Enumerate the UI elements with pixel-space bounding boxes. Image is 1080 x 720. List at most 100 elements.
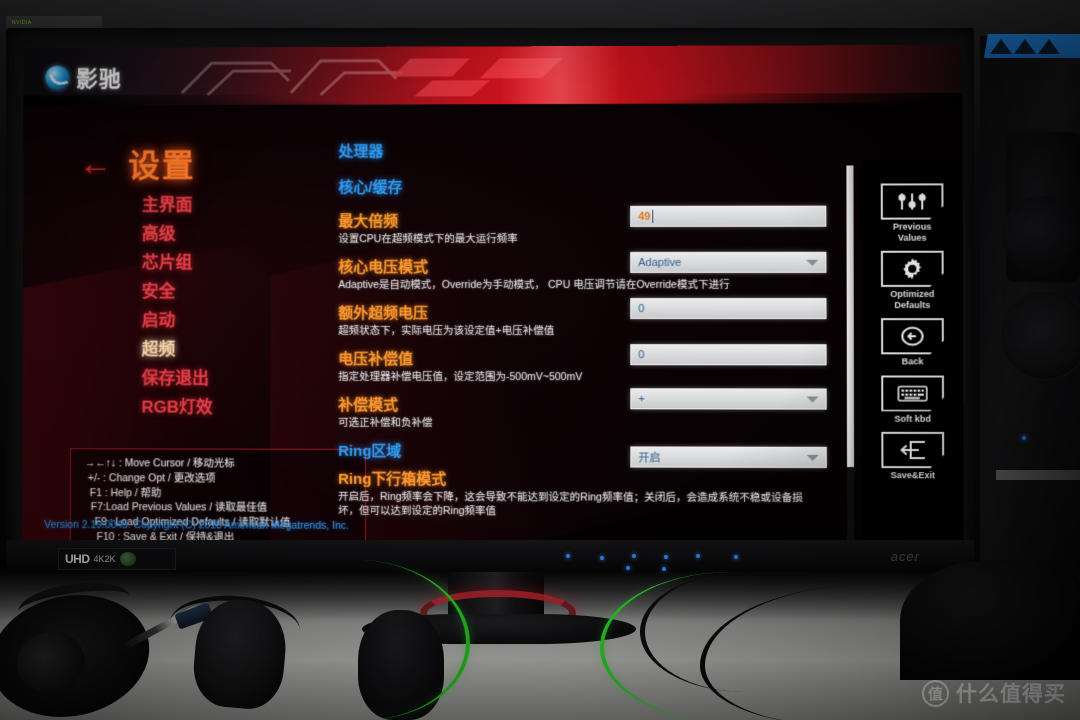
setting-desc-core-voltage-mode: Adaptive是自动模式，Override为手动模式， CPU 电压调节请在O… xyxy=(338,278,730,292)
monitor-frame: XB280HK xyxy=(6,28,974,568)
pc-case-fan xyxy=(1000,290,1080,380)
banner-glow xyxy=(500,45,621,105)
sidebar-item-advanced[interactable]: 高级 xyxy=(23,219,320,248)
soft-keyboard-label: Soft kbd xyxy=(894,413,931,424)
sidebar-item-security[interactable]: 安全 xyxy=(23,277,320,306)
optimized-defaults-label: Optimized Defaults xyxy=(890,288,935,310)
galax-orb-icon xyxy=(45,65,70,90)
core-voltage-mode-dropdown[interactable]: Adaptive xyxy=(630,251,827,273)
setting-label-ring-downbin: Ring下行箱模式 xyxy=(338,470,447,489)
uhd-sticker-main: UHD xyxy=(65,552,90,566)
settings-panel: 处理器 核心/缓存 最大倍频 设置CPU在超频模式下的最大运行频率 49 核心电… xyxy=(338,139,840,541)
panel-scrollbar[interactable] xyxy=(846,165,855,549)
sliders-icon xyxy=(881,183,944,219)
uhd-sticker: UHD 4K2K xyxy=(58,548,176,570)
max-ratio-value: 49 xyxy=(638,210,651,223)
previous-values-label: Previous Values xyxy=(892,221,932,243)
setting-desc-max-ratio: 设置CPU在超频模式下的最大运行频率 xyxy=(338,233,518,246)
back-arrow-icon[interactable]: ← xyxy=(79,145,113,183)
key-help-line: F1 : Help / 帮助 xyxy=(89,486,162,499)
pc-case-strip xyxy=(996,470,1080,480)
setting-row-voltage-offset: 电压补偿值 指定处理器补偿电压值，设定范围为-500mV~500mV 0 xyxy=(338,139,840,383)
settings-header: ← 设置 xyxy=(79,141,196,187)
back-circle-arrow-icon xyxy=(881,318,944,354)
back-button[interactable]: Back xyxy=(876,318,949,367)
offset-mode-value: + xyxy=(638,392,645,405)
ring-downbin-value: 开启 xyxy=(638,451,661,465)
acer-logo: acer xyxy=(890,549,920,564)
key-help-line: →←↑↓ : Move Cursor / 移动光标 xyxy=(84,457,235,470)
setting-desc-ring-downbin: 开启后，Ring频率会下降，这会导致不能达到设定的Ring频率值；关闭后，会造成… xyxy=(338,490,803,518)
keyboard-icon xyxy=(881,375,944,411)
setting-row-offset-mode: 补偿模式 可选正补偿和负补偿 + xyxy=(338,139,840,429)
subsection-title-core-cache: 核心/缓存 xyxy=(338,179,403,197)
voltage-offset-value: 0 xyxy=(638,348,645,361)
max-ratio-input[interactable]: 49 xyxy=(630,205,827,227)
monitor-bottom-bezel: UHD 4K2K acer xyxy=(6,540,974,572)
sidebar-item-rgb[interactable]: RGB灯效 xyxy=(23,392,321,421)
optimized-defaults-button[interactable]: Optimized Defaults xyxy=(876,251,949,310)
chevron-down-icon xyxy=(806,454,819,461)
setting-label-extra-oc-voltage: 额外超频电压 xyxy=(338,304,429,322)
chevron-down-icon xyxy=(806,259,819,266)
offset-mode-dropdown[interactable]: + xyxy=(630,388,827,410)
photo-scene: NVIDIA G-SYNC XB280HK xyxy=(0,0,1080,720)
extra-oc-voltage-value: 0 xyxy=(638,302,645,315)
save-exit-label: Save&Exit xyxy=(890,470,936,481)
uhd-sticker-seal-icon xyxy=(119,552,136,566)
bios-header-banner: 影驰 xyxy=(23,44,963,106)
pc-case-top-accent xyxy=(984,34,1080,58)
key-help-line: F7:Load Previous Values / 读取最佳值 xyxy=(90,501,268,515)
setting-label-voltage-offset: 电压补偿值 xyxy=(338,350,414,368)
sidebar-menu: 主界面 高级 芯片组 安全 启动 超频 保存退出 RGB灯效 xyxy=(23,190,321,421)
exit-arrow-icon xyxy=(881,432,944,468)
section-title-ring: Ring区域 xyxy=(338,442,402,460)
bios-action-iconbar: Previous Values Optimized Defaults Back … xyxy=(861,161,964,549)
pc-case-speaker xyxy=(1002,196,1080,274)
desk-object-right xyxy=(900,560,1080,680)
bios-version-text: Version 2.19.0045. Copyright (C) 2018 Am… xyxy=(44,518,350,532)
ring-downbin-dropdown[interactable]: 开启 xyxy=(630,446,827,468)
brand-name: 影驰 xyxy=(76,66,122,92)
sidebar-item-main[interactable]: 主界面 xyxy=(23,190,320,219)
sidebar-item-boot[interactable]: 启动 xyxy=(23,306,320,335)
scrollbar-thumb[interactable] xyxy=(846,165,855,468)
gear-icon xyxy=(881,251,944,287)
setting-label-max-ratio: 最大倍频 xyxy=(338,213,399,231)
setting-label-offset-mode: 补偿模式 xyxy=(338,396,399,414)
soft-keyboard-button[interactable]: Soft kbd xyxy=(876,375,949,424)
smzdm-watermark: 值 什么值得买 xyxy=(922,678,1066,708)
save-exit-button[interactable]: Save&Exit xyxy=(876,432,949,481)
setting-desc-offset-mode: 可选正补偿和负补偿 xyxy=(338,416,433,430)
text-caret xyxy=(652,209,654,223)
smzdm-watermark-text: 什么值得买 xyxy=(956,683,1066,706)
setting-label-core-voltage-mode: 核心电压模式 xyxy=(338,259,429,277)
sidebar-item-chipset[interactable]: 芯片组 xyxy=(23,248,320,277)
pc-case-led xyxy=(1022,436,1026,440)
setting-row-max-ratio: 最大倍频 设置CPU在超频模式下的最大运行频率 49 xyxy=(338,139,840,245)
key-help-box: →←↑↓ : Move Cursor / 移动光标 +/- : Change O… xyxy=(69,448,367,549)
bios-body: ← 设置 主界面 高级 芯片组 安全 启动 超频 保存退出 RGB灯效 →←↑↓… xyxy=(22,102,964,549)
key-help-line: +/- : Change Opt / 更改选项 xyxy=(87,472,216,485)
section-title-cpu: 处理器 xyxy=(338,143,384,161)
chevron-down-icon xyxy=(806,395,819,403)
back-label: Back xyxy=(901,356,924,367)
brand-logo: 影驰 xyxy=(45,62,122,94)
setting-row-core-voltage-mode: 核心电压模式 Adaptive是自动模式，Override为手动模式， CPU … xyxy=(338,139,840,291)
green-cable-right xyxy=(600,572,860,720)
core-voltage-mode-value: Adaptive xyxy=(638,256,682,269)
previous-values-button[interactable]: Previous Values xyxy=(876,183,949,242)
smzdm-logo-icon: 值 xyxy=(922,679,949,707)
uhd-sticker-sub: 4K2K xyxy=(93,554,116,564)
setting-row-extra-oc-voltage: 额外超频电压 超频状态下，实际电压为该设定值+电压补偿值 0 xyxy=(338,139,840,337)
sidebar-item-save-exit[interactable]: 保存退出 xyxy=(23,364,321,393)
extra-oc-voltage-input[interactable]: 0 xyxy=(630,298,827,320)
setting-row-ring-downbin: Ring下行箱模式 开启后，Ring频率会下降，这会导致不能达到设定的Ring频… xyxy=(338,139,840,517)
sidebar-item-overclock[interactable]: 超频 xyxy=(23,335,320,364)
monitor-led-indicators xyxy=(566,554,826,571)
page-title: 设置 xyxy=(128,147,196,184)
monitor-screen: 影驰 ← 设置 主界面 高级 芯片组 安全 启动 超频 保存退出 RGB灯效 →… xyxy=(22,44,964,549)
voltage-offset-input[interactable]: 0 xyxy=(630,344,827,366)
setting-desc-voltage-offset: 指定处理器补偿电压值，设定范围为-500mV~500mV xyxy=(338,370,583,384)
setting-desc-extra-oc-voltage: 超频状态下，实际电压为该设定值+电压补偿值 xyxy=(338,324,555,338)
